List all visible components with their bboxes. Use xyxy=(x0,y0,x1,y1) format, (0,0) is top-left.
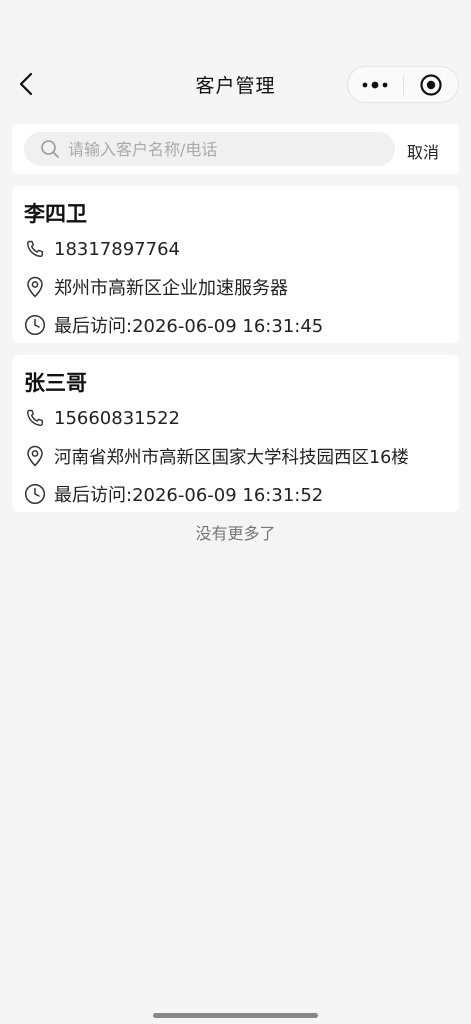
phone-icon xyxy=(24,407,46,429)
customer-last-visit: 最后访问:2026-06-09 16:31:52 xyxy=(54,485,324,506)
phone-icon xyxy=(24,238,46,260)
search-input[interactable] xyxy=(68,139,368,159)
customer-phone: 18317897764 xyxy=(54,238,180,260)
customer-address-row: 郑州市高新区企业加速服务器 xyxy=(24,270,447,304)
customer-visit-row: 最后访问:2026-06-09 16:31:52 xyxy=(24,477,447,511)
mini-program-capsule xyxy=(347,66,459,103)
target-circle-icon xyxy=(420,73,442,96)
customer-card[interactable]: 张三哥 15660831522 河南省郑州市高新区国家大学科技园西区16楼 最后… xyxy=(12,355,459,512)
customer-phone: 15660831522 xyxy=(54,407,180,429)
cancel-button[interactable]: 取消 xyxy=(407,139,439,163)
search-box[interactable] xyxy=(24,132,395,166)
search-icon xyxy=(41,140,59,158)
customer-last-visit: 最后访问:2026-06-09 16:31:45 xyxy=(54,316,324,337)
search-bar: 取消 xyxy=(12,124,459,174)
clock-icon xyxy=(24,314,46,336)
location-pin-icon xyxy=(24,276,46,298)
location-pin-icon xyxy=(24,445,46,467)
customer-visit-row: 最后访问:2026-06-09 16:31:45 xyxy=(24,308,447,342)
customer-phone-row: 18317897764 xyxy=(24,232,447,266)
home-indicator xyxy=(153,1013,318,1018)
navigation-bar: 客户管理 xyxy=(0,60,471,108)
customer-address-row: 河南省郑州市高新区国家大学科技园西区16楼 xyxy=(24,439,447,473)
customer-card[interactable]: 李四卫 18317897764 郑州市高新区企业加速服务器 最后访问:2026-… xyxy=(12,186,459,343)
close-mini-program-button[interactable] xyxy=(403,67,458,102)
customer-name: 张三哥 xyxy=(24,371,87,395)
clock-icon xyxy=(24,483,46,505)
customer-phone-row: 15660831522 xyxy=(24,401,447,435)
more-dots-icon xyxy=(362,81,388,88)
no-more-text: 没有更多了 xyxy=(195,524,276,543)
more-button[interactable] xyxy=(348,67,403,102)
customer-address: 郑州市高新区企业加速服务器 xyxy=(54,278,288,299)
status-bar xyxy=(0,0,471,60)
customer-address: 河南省郑州市高新区国家大学科技园西区16楼 xyxy=(54,447,409,468)
customer-name: 李四卫 xyxy=(24,202,87,226)
